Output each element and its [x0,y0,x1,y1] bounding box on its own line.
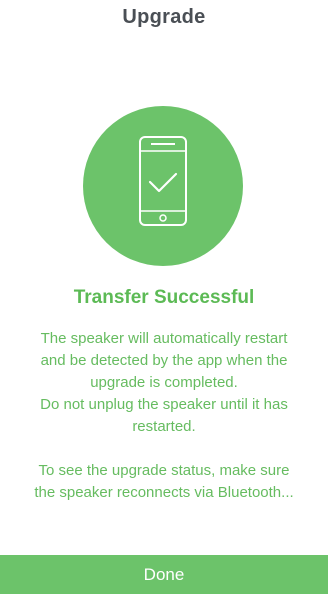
message-line: Do not unplug the speaker until it has [40,396,288,413]
message-line: and be detected by the app when the [40,352,288,369]
message-line: The speaker will automatically restart [40,330,288,347]
status-message: The speaker will automatically restart a… [4,328,324,504]
message-line: restarted. [132,418,196,435]
phone-check-icon [139,136,187,226]
status-circle [83,106,243,266]
message-line: To see the upgrade status, make sure [38,462,290,479]
status-headline: Transfer Successful [73,287,255,308]
message-line: upgrade is completed. [90,374,238,391]
upgrade-screen: Upgrade Transfer Successful The speaker … [0,0,328,594]
page-title: Upgrade [122,6,206,28]
message-line: the speaker reconnects via Bluetooth... [34,484,294,501]
done-button[interactable]: Done [0,555,328,594]
